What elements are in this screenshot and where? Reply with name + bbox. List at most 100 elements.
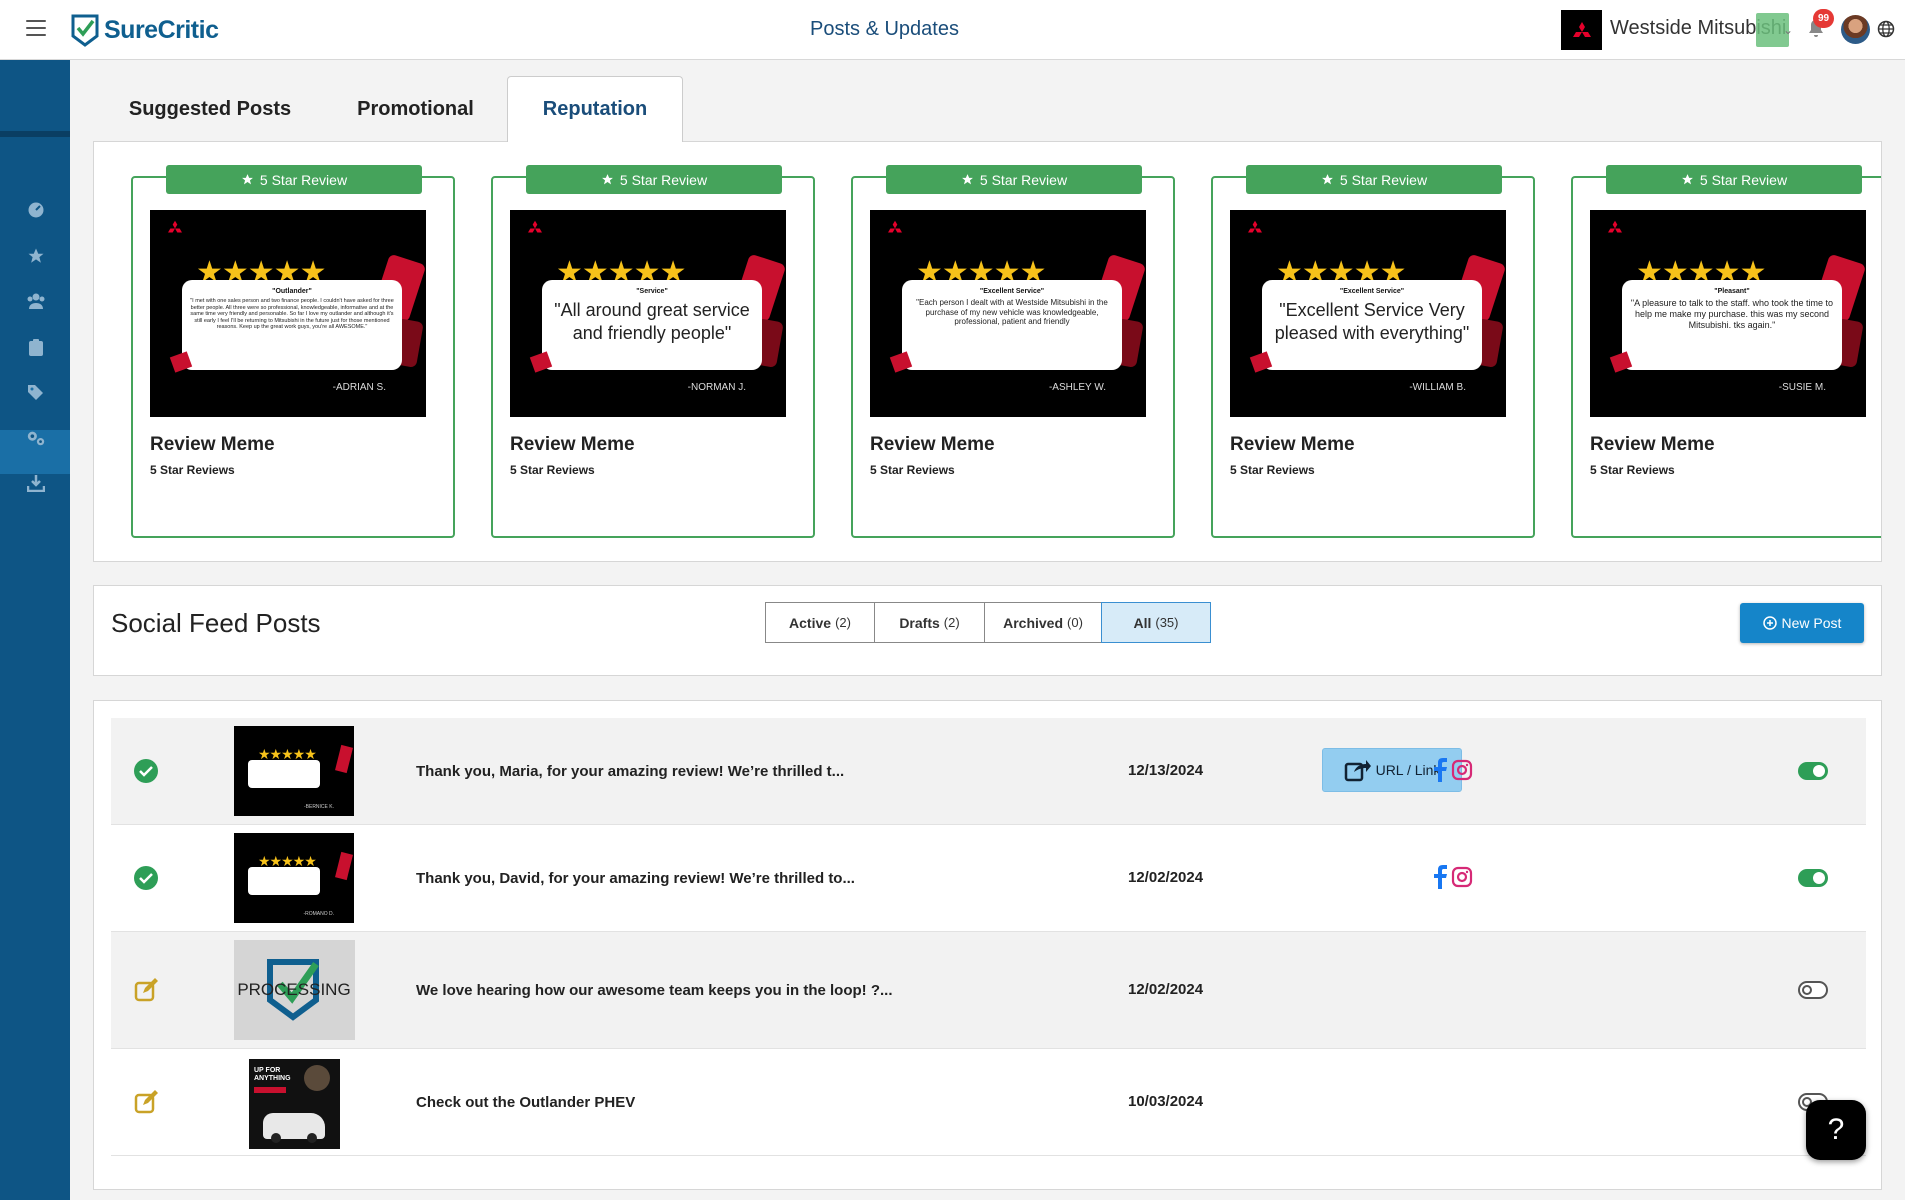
post-thumbnail[interactable]: PROCESSING (234, 940, 355, 1040)
post-toggle[interactable] (1798, 981, 1828, 999)
quote-bubble: "Service" "All around great service and … (542, 280, 762, 370)
review-meme-image: ★★★★★ "Service" "All around great servic… (510, 210, 786, 417)
new-post-label: New Post (1781, 615, 1842, 631)
quote-title: "Outlander" (272, 288, 312, 295)
red-shape (335, 744, 353, 774)
post-text: Check out the Outlander PHEV (416, 1094, 636, 1111)
post-date: 12/02/2024 (1128, 981, 1204, 998)
clipboard-icon[interactable] (26, 337, 46, 357)
tag-icon[interactable] (26, 382, 46, 402)
card-title: Review Meme (510, 434, 635, 455)
table-row[interactable]: PROCESSING We love hearing how our aweso… (111, 932, 1866, 1049)
tab-suggested-posts[interactable]: Suggested Posts (110, 76, 310, 142)
social-feed-header: Social Feed Posts Active (2) Drafts (2) Ar… (93, 585, 1882, 676)
dealer-logo[interactable] (1561, 10, 1602, 50)
review-meme-image: ★★★★★ "Outlander" "I met with one sales … (150, 210, 426, 417)
post-thumbnail[interactable]: ★★★★★ -BERNICE K. (234, 726, 354, 816)
section-title: Social Feed Posts (111, 608, 321, 638)
instagram-icon (1451, 866, 1473, 888)
quote-bubble (248, 760, 320, 788)
quote-author: -ASHLEY W. (1048, 382, 1106, 393)
chevron-down-icon[interactable]: ⌄ (1783, 23, 1793, 37)
mitsubishi-logo-icon (888, 220, 902, 233)
table-row[interactable]: ★★★★★ -ROMANO D. Thank you, David, for yo… (111, 825, 1866, 932)
star-icon (242, 174, 253, 185)
settings-icon[interactable] (26, 428, 46, 448)
post-toggle[interactable] (1798, 762, 1828, 780)
review-card[interactable]: 5 Star Review ★★★★★ "Excellent Service" … (1211, 165, 1535, 538)
filter-count: (35) (1155, 615, 1179, 630)
card-subtitle: 5 Star Reviews (1590, 463, 1675, 477)
quote-author: -SUSIE M. (1778, 382, 1826, 393)
card-title: Review Meme (870, 434, 995, 455)
edit-icon (134, 1090, 158, 1114)
filter-count: (2) (943, 615, 960, 630)
posts-list: ★★★★★ -BERNICE K. Thank you, Maria, for y… (93, 700, 1882, 1190)
review-tag-label: 5 Star Review (1699, 171, 1788, 188)
review-tag-label: 5 Star Review (259, 171, 348, 188)
review-card[interactable]: 5 Star Review ★★★★★ "Service" "All aroun… (491, 165, 815, 538)
quote-bubble: "Excellent Service" "Each person I dealt… (902, 280, 1122, 370)
quote-author: -NORMAN J. (687, 382, 746, 393)
filter-drafts-button[interactable]: Drafts (2) (874, 602, 985, 643)
post-toggle[interactable] (1798, 869, 1828, 887)
star-icon (602, 174, 613, 185)
filter-label: Archived (1003, 614, 1064, 631)
mitsubishi-logo-icon (1248, 220, 1262, 233)
promo-banner (254, 1087, 286, 1093)
post-thumbnail[interactable]: ★★★★★ -ROMANO D. (234, 833, 354, 923)
card-title: Review Meme (150, 434, 275, 455)
share-link-icon (1344, 760, 1371, 782)
quote-author: -WILLIAM B. (1409, 382, 1466, 393)
facebook-icon (1434, 865, 1447, 889)
review-tag: 5 Star Review (886, 165, 1142, 194)
red-shape (335, 851, 353, 881)
share-platforms (1433, 758, 1473, 782)
check-circle-icon (134, 866, 158, 890)
post-text: Thank you, David, for your amazing revie… (416, 870, 855, 887)
instagram-icon (1451, 759, 1473, 781)
table-row[interactable]: UP FOR ANYTHING Check out the Outlander … (111, 1049, 1866, 1156)
review-card[interactable]: 5 Star Review ★★★★★ "Excellent Service" … (851, 165, 1175, 538)
notification-badge: 99 (1813, 9, 1834, 28)
mitsubishi-logo-icon (168, 220, 182, 233)
tab-promotional[interactable]: Promotional (318, 76, 513, 142)
quote-author: -ROMANO D. (303, 911, 334, 917)
new-post-button[interactable]: New Post (1740, 603, 1864, 643)
tab-reputation[interactable]: Reputation (507, 76, 683, 142)
promo-person (304, 1065, 330, 1091)
status-filter-group: Active (2) Drafts (2) Archived (0) All (35) (765, 602, 1211, 643)
globe-icon[interactable] (1877, 20, 1895, 38)
mitsubishi-logo-icon (528, 220, 542, 233)
quote-bubble: "Excellent Service" "Excellent Service V… (1262, 280, 1482, 370)
quote-title: "Service" (636, 288, 668, 295)
table-row[interactable]: ★★★★★ -BERNICE K. Thank you, Maria, for y… (111, 718, 1866, 825)
sidebar-divider (0, 131, 70, 137)
user-avatar[interactable] (1841, 15, 1870, 44)
quote-title: "Excellent Service" (1339, 288, 1405, 295)
post-date: 12/02/2024 (1128, 869, 1204, 886)
users-icon[interactable] (26, 291, 46, 311)
filter-all-button[interactable]: All (35) (1101, 602, 1211, 643)
help-button[interactable]: ? (1806, 1100, 1866, 1160)
check-circle-icon (134, 759, 158, 783)
quote-title: "Pleasant" (1714, 288, 1750, 295)
facebook-icon (1434, 758, 1447, 782)
review-meme-image: ★★★★★ "Excellent Service" "Excellent Ser… (1230, 210, 1506, 417)
review-tag-label: 5 Star Review (979, 171, 1068, 188)
review-card[interactable]: 5 Star Review ★★★★★ "Pleasant" "A pleasu… (1571, 165, 1881, 538)
star-icon (962, 174, 973, 185)
download-icon[interactable] (26, 473, 46, 493)
quote-bubble (248, 867, 320, 895)
review-meme-image: ★★★★★ -BERNICE K. (234, 726, 354, 816)
filter-archived-button[interactable]: Archived (0) (984, 602, 1102, 643)
post-text: Thank you, Maria, for your amazing revie… (416, 763, 845, 780)
processing-label: PROCESSING (237, 980, 350, 999)
dashboard-icon[interactable] (26, 200, 46, 220)
review-card[interactable]: 5 Star Review ★★★★★ "Outlander" "I met w… (131, 165, 455, 538)
quote-author: -ADRIAN S. (332, 382, 386, 393)
post-date: 12/13/2024 (1128, 762, 1204, 779)
filter-active-button[interactable]: Active (2) (765, 602, 875, 643)
star-icon[interactable] (26, 246, 46, 266)
post-thumbnail[interactable]: UP FOR ANYTHING (249, 1059, 340, 1149)
